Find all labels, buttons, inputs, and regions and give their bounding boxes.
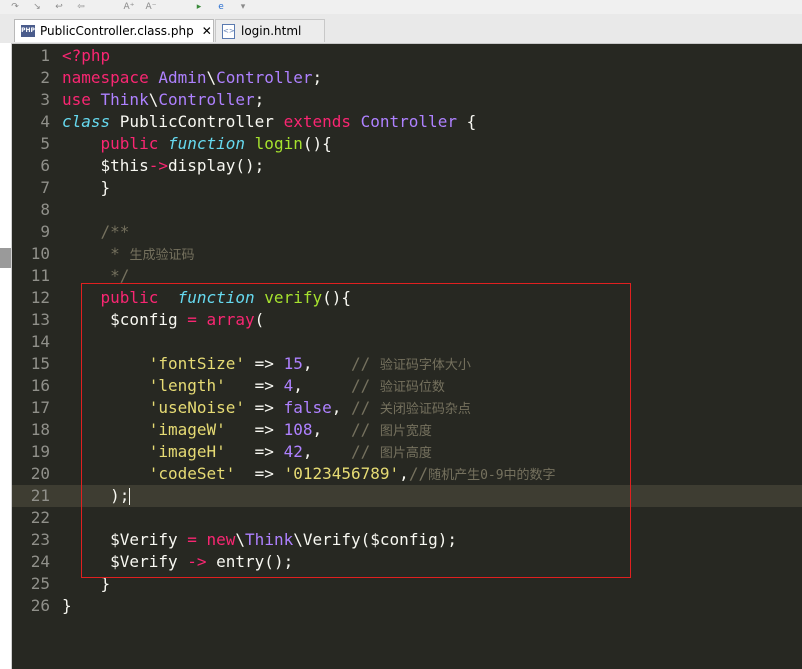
line-number: 13 — [30, 310, 50, 329]
html-file-icon: <> — [222, 23, 235, 39]
code-line[interactable]: 7 } — [12, 177, 802, 199]
code-token: class — [62, 112, 120, 131]
code-text: } — [62, 177, 111, 199]
code-line[interactable]: 3 use Think\Controller; — [12, 89, 802, 111]
left-gutter-strip — [0, 43, 12, 669]
step-return-icon[interactable]: ↩ — [52, 2, 66, 12]
code-token: Controller — [158, 90, 255, 109]
line-number: 1 — [40, 46, 50, 65]
toolbar: ↷ ↘ ↩ ⇦ A⁺ A⁻ ▸ e ▾ — [0, 0, 802, 14]
line-number: 18 — [30, 420, 50, 439]
code-text: class PublicController extends Controlle… — [62, 111, 476, 133]
line-number: 8 — [40, 200, 50, 219]
line-number: 22 — [30, 508, 50, 527]
code-token: { — [456, 112, 477, 131]
code-token: use — [62, 90, 101, 109]
code-line[interactable]: 8 — [12, 199, 802, 221]
scroll-marker[interactable] — [0, 248, 11, 268]
code-token: display(); — [167, 156, 265, 175]
run-icon[interactable]: ▸ — [192, 2, 206, 12]
tab-label: PublicController.class.php — [40, 24, 194, 38]
line-number: 7 — [40, 178, 50, 197]
back-icon[interactable]: ⇦ — [74, 2, 88, 12]
step-over-icon[interactable]: ↷ — [8, 2, 22, 12]
bookmark-icon[interactable]: ▾ — [236, 2, 250, 12]
code-token: /** — [62, 222, 130, 241]
code-line[interactable]: 5 public function login(){ — [12, 133, 802, 155]
code-token: extends — [283, 112, 361, 131]
line-number: 17 — [30, 398, 50, 417]
close-icon[interactable]: ✕ — [202, 24, 212, 38]
code-text: use Think\Controller; — [62, 89, 264, 111]
editor-tab-bar: PHP PublicController.class.php ✕ <> logi… — [0, 14, 802, 44]
code-token: -> — [148, 156, 168, 175]
line-number: 12 — [30, 288, 50, 307]
code-token: } — [62, 178, 111, 197]
line-number: 4 — [40, 112, 50, 131]
tab-label: login.html — [241, 24, 302, 38]
line-number: 3 — [40, 90, 50, 109]
code-text: * 生成验证码 — [62, 243, 194, 267]
code-text: } — [62, 595, 72, 617]
code-token: public — [100, 134, 168, 153]
code-token: login — [254, 134, 303, 153]
code-token: (){ — [302, 134, 332, 153]
code-text: public function login(){ — [62, 133, 332, 155]
code-token: * — [62, 244, 130, 263]
code-token: namespace — [62, 68, 159, 87]
line-number: 5 — [40, 134, 50, 153]
line-number: 10 — [30, 244, 50, 263]
code-token: Controller — [216, 68, 313, 87]
code-line[interactable]: 1 <?php — [12, 45, 802, 67]
code-line[interactable]: 2 namespace Admin\Controller; — [12, 67, 802, 89]
line-number: 14 — [30, 332, 50, 351]
code-token: Admin — [158, 68, 207, 87]
decrease-font-icon[interactable]: A⁻ — [144, 2, 158, 12]
code-text: namespace Admin\Controller; — [62, 67, 322, 89]
code-token: } — [62, 596, 72, 615]
code-token: \ — [206, 68, 217, 87]
line-number: 23 — [30, 530, 50, 549]
line-number: 19 — [30, 442, 50, 461]
highlight-box — [81, 283, 631, 578]
code-token: ; — [312, 68, 323, 87]
line-number: 11 — [30, 266, 50, 285]
code-line[interactable]: 6 $this->display(); — [12, 155, 802, 177]
increase-font-icon[interactable]: A⁺ — [122, 2, 136, 12]
code-line[interactable]: 10 * 生成验证码 — [12, 243, 802, 265]
code-token: $this — [62, 156, 149, 175]
line-number: 2 — [40, 68, 50, 87]
code-token: 生成验证码 — [129, 248, 195, 263]
line-number: 15 — [30, 354, 50, 373]
browser-icon[interactable]: e — [214, 2, 228, 12]
step-into-icon[interactable]: ↘ — [30, 2, 44, 12]
code-token: Controller — [360, 112, 457, 131]
code-line[interactable]: 26} — [12, 595, 802, 617]
line-number: 26 — [30, 596, 50, 615]
tab-login-html[interactable]: <> login.html — [215, 19, 325, 42]
line-number: 9 — [40, 222, 50, 241]
code-token: <?php — [62, 46, 111, 65]
code-token: \ — [148, 90, 159, 109]
code-token: PublicController — [119, 112, 284, 131]
line-number: 20 — [30, 464, 50, 483]
line-number: 21 — [30, 486, 50, 505]
code-text: /** — [62, 221, 130, 243]
code-line[interactable]: 9 /** — [12, 221, 802, 243]
code-token: Think — [100, 90, 149, 109]
code-token: function — [167, 134, 255, 153]
code-line[interactable]: 4 class PublicController extends Controll… — [12, 111, 802, 133]
code-text: $this->display(); — [62, 155, 265, 177]
code-text: <?php — [62, 45, 110, 67]
line-number: 16 — [30, 376, 50, 395]
code-token: ; — [254, 90, 265, 109]
php-file-icon: PHP — [21, 25, 35, 37]
line-number: 6 — [40, 156, 50, 175]
tab-public-controller[interactable]: PHP PublicController.class.php ✕ — [14, 19, 214, 42]
line-number: 24 — [30, 552, 50, 571]
line-number: 25 — [30, 574, 50, 593]
